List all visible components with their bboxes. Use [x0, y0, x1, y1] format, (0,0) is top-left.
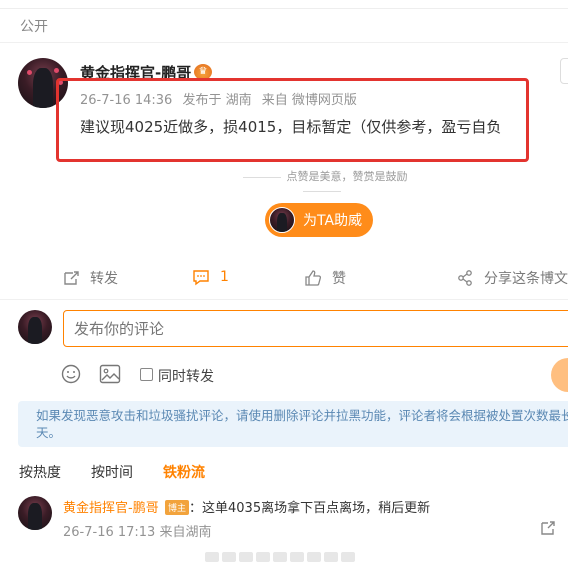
emoji-icon[interactable]	[61, 364, 81, 384]
comment-author-name[interactable]: 黄金指挥官-鹏哥	[63, 497, 159, 516]
praise-note: 点赞是美意，赞赏是鼓励	[212, 168, 432, 197]
comment-button[interactable]: 1	[192, 268, 229, 286]
more-menu-button[interactable]	[560, 58, 568, 84]
comment-date: 26-7-16 17:13	[63, 525, 156, 540]
comment-count: 1	[220, 269, 229, 285]
thumbs-up-icon	[305, 270, 322, 286]
sort-tab-hot[interactable]: 按热度	[19, 462, 61, 482]
highlight-box	[56, 78, 529, 162]
comment-icon	[193, 270, 209, 286]
notice-line-1: 如果发现恶意攻击和垃圾骚扰评论，请使用删除评论并拉黑功能，评论者将会根据被处置次…	[36, 408, 568, 423]
header-divider	[0, 42, 568, 43]
comment-share-icon[interactable]	[540, 520, 556, 536]
image-upload-icon[interactable]	[99, 364, 121, 384]
blogger-badge: 博主	[165, 500, 190, 515]
like-label: 赞	[332, 271, 346, 287]
like-button[interactable]: 赞	[304, 268, 346, 288]
action-divider	[0, 299, 568, 300]
repost-button[interactable]: 转发	[62, 268, 118, 288]
repost-icon	[64, 271, 79, 285]
comment-meta: 26-7-16 17:13 来自湖南	[63, 521, 212, 540]
send-button[interactable]	[551, 358, 568, 392]
comment-author-avatar[interactable]	[18, 496, 52, 530]
repost-checkbox[interactable]	[140, 368, 153, 381]
user-avatar[interactable]	[18, 310, 52, 344]
share-label: 分享这条博文	[484, 271, 568, 287]
moderation-notice: 如果发现恶意攻击和垃圾骚扰评论，请使用删除评论并拉黑功能，评论者将会根据被处置次…	[18, 401, 568, 447]
tip-button-label: 为TA助威	[303, 213, 363, 229]
comment-source: 来自湖南	[159, 525, 212, 540]
repost-checkbox-label: 同时转发	[158, 369, 214, 385]
comment-input[interactable]	[63, 310, 568, 347]
top-divider	[0, 8, 568, 9]
tip-avatar	[269, 207, 295, 233]
loading-placeholder	[205, 551, 358, 565]
share-icon	[458, 270, 472, 286]
share-button[interactable]: 分享这条博文	[456, 268, 568, 288]
repost-label: 转发	[90, 271, 118, 287]
notice-line-2: 天。	[36, 425, 62, 440]
action-bar: 转发 1 赞 分享这条博文	[0, 264, 568, 294]
sort-tab-time[interactable]: 按时间	[91, 462, 133, 482]
sort-tab-fans[interactable]: 铁粉流	[163, 462, 205, 482]
comment-text: ：这单4035离场拿下百点离场，稍后更新	[189, 501, 431, 516]
visibility-label: 公开	[20, 19, 48, 35]
tip-button[interactable]: 为TA助威	[265, 203, 373, 237]
